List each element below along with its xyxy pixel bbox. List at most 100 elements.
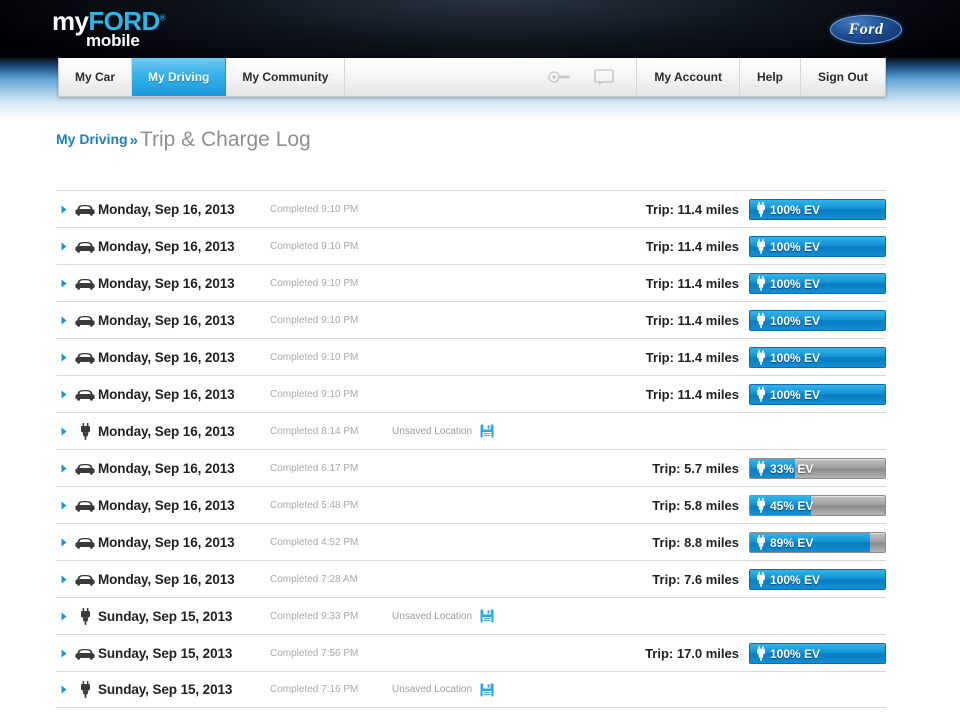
nav-link-my-account[interactable]: My Account [636, 58, 739, 96]
myford-mobile-logo[interactable]: myFORD® mobile [52, 8, 166, 49]
ev-percentage-text: 100% EV [770, 387, 821, 402]
log-row[interactable]: Monday, Sep 16, 2013 Completed 6:17 PM Tri… [56, 449, 886, 486]
log-row[interactable]: Sunday, Sep 15, 2013 Completed 7:56 PM Tri… [56, 634, 886, 671]
ev-percentage-bar[interactable]: 100% EV [749, 199, 886, 220]
message-icon[interactable] [594, 68, 615, 86]
log-row-completed-time: Completed 5:48 PM [270, 499, 359, 511]
ev-percentage-bar[interactable]: 100% EV [749, 236, 886, 257]
ev-percentage-bar[interactable]: 100% EV [749, 347, 886, 368]
expand-arrow-icon[interactable] [56, 242, 72, 251]
log-row-completed-time: Completed 7:16 PM [270, 684, 359, 695]
log-row-completed-time: Completed 9:10 PM [270, 314, 359, 326]
ev-percentage-text: 100% EV [770, 572, 821, 587]
log-row-date: Monday, Sep 16, 2013 [98, 349, 235, 365]
log-row[interactable]: Sunday, Sep 15, 2013 Completed 7:16 PM Uns… [56, 671, 886, 708]
plug-icon [756, 239, 766, 254]
ev-percentage-text: 33% EV [770, 461, 814, 476]
log-row[interactable]: Monday, Sep 16, 2013 Completed 9:10 PM Tri… [56, 338, 886, 375]
ev-percentage-text: 100% EV [770, 313, 821, 328]
car-icon [72, 203, 98, 216]
log-row-completed-time: Completed 7:56 PM [270, 647, 359, 659]
nav-link-help[interactable]: Help [738, 58, 800, 96]
ev-percentage-label: 100% EV [750, 311, 885, 330]
log-row[interactable]: Monday, Sep 16, 2013 Completed 9:10 PM Tri… [56, 190, 886, 227]
log-row-completed-time: Completed 9:10 PM [270, 277, 359, 289]
ev-percentage-bar[interactable]: 100% EV [749, 643, 886, 664]
ev-percentage-label: 100% EV [750, 274, 885, 293]
log-row-metrics: Trip: 11.4 miles 100% EV [646, 302, 886, 339]
car-icon [72, 499, 98, 512]
log-row-location: Unsaved Location [392, 424, 494, 438]
expand-arrow-icon[interactable] [56, 575, 72, 584]
ev-percentage-label: 100% EV [750, 644, 885, 663]
log-row[interactable]: Monday, Sep 16, 2013 Completed 7:28 AM Tri… [56, 560, 886, 597]
plug-icon [756, 535, 766, 550]
car-icon [72, 573, 98, 586]
log-row-date: Monday, Sep 16, 2013 [98, 534, 235, 550]
ev-percentage-bar[interactable]: 33% EV [749, 458, 886, 479]
log-row[interactable]: Monday, Sep 16, 2013 Completed 9:10 PM Tri… [56, 301, 886, 338]
save-location-icon[interactable] [480, 424, 494, 438]
expand-arrow-icon[interactable] [56, 279, 72, 288]
log-row-metrics: Trip: 11.4 miles 100% EV [646, 265, 886, 302]
log-row-location: Unsaved Location [392, 609, 494, 623]
save-location-icon[interactable] [480, 683, 494, 697]
expand-arrow-icon[interactable] [56, 427, 72, 436]
log-row-metrics: Trip: 8.8 miles 89% EV [652, 524, 886, 561]
log-row[interactable]: Monday, Sep 16, 2013 Completed 9:10 PM Tri… [56, 264, 886, 301]
plug-icon [756, 572, 766, 587]
log-row-date: Monday, Sep 16, 2013 [98, 423, 235, 439]
masthead: myFORD® mobile Ford [0, 0, 960, 58]
car-icon [72, 462, 98, 475]
ev-percentage-label: 100% EV [750, 237, 885, 256]
breadcrumb-separator: » [129, 132, 138, 149]
log-row-completed-time: Completed 9:10 PM [270, 388, 359, 400]
log-row[interactable]: Monday, Sep 16, 2013 Completed 9:10 PM Tri… [56, 227, 886, 264]
ev-percentage-bar[interactable]: 100% EV [749, 310, 886, 331]
save-location-icon[interactable] [480, 609, 494, 623]
ev-percentage-text: 100% EV [770, 646, 821, 661]
expand-arrow-icon[interactable] [56, 464, 72, 473]
nav-tab-my-car[interactable]: My Car [59, 58, 133, 96]
log-row[interactable]: Monday, Sep 16, 2013 Completed 8:14 PM Uns… [56, 412, 886, 449]
log-row-date: Monday, Sep 16, 2013 [98, 497, 235, 513]
log-row-trip-distance: Trip: 11.4 miles [645, 239, 739, 254]
log-row-completed-time: Completed 9:10 PM [270, 203, 359, 215]
expand-arrow-icon[interactable] [56, 353, 72, 362]
main-content: My Driving »Trip & Charge Log Monday, Sep… [0, 120, 960, 720]
breadcrumb-link-my-driving[interactable]: My Driving [56, 131, 128, 147]
ev-percentage-bar[interactable]: 100% EV [749, 273, 886, 294]
key-icon[interactable] [548, 70, 570, 84]
ev-percentage-label: 45% EV [750, 496, 885, 515]
ev-percentage-bar[interactable]: 100% EV [749, 569, 886, 590]
expand-arrow-icon[interactable] [56, 390, 72, 399]
log-row-trip-distance: Trip: 11.4 miles [645, 350, 739, 365]
expand-arrow-icon[interactable] [56, 205, 72, 214]
ev-percentage-bar[interactable]: 100% EV [749, 384, 886, 405]
ev-percentage-bar[interactable]: 89% EV [749, 532, 886, 553]
expand-arrow-icon[interactable] [56, 649, 72, 658]
log-row[interactable]: Monday, Sep 16, 2013 Completed 5:48 PM Tri… [56, 486, 886, 523]
log-row[interactable]: Monday, Sep 16, 2013 Completed 4:52 PM Tri… [56, 523, 886, 560]
nav-link-sign-out[interactable]: Sign Out [800, 58, 885, 96]
expand-arrow-icon[interactable] [56, 538, 72, 547]
log-row[interactable]: Monday, Sep 16, 2013 Completed 9:10 PM Tri… [56, 375, 886, 412]
expand-arrow-icon[interactable] [56, 501, 72, 510]
plug-icon [756, 387, 766, 402]
ev-percentage-text: 45% EV [770, 498, 814, 513]
expand-arrow-icon[interactable] [56, 685, 72, 694]
car-icon [72, 240, 98, 253]
log-row-location: Unsaved Location [392, 683, 494, 697]
log-row-date: Sunday, Sep 15, 2013 [98, 682, 233, 697]
expand-arrow-icon[interactable] [56, 316, 72, 325]
nav-tab-my-community[interactable]: My Community [226, 58, 346, 96]
log-row[interactable]: Sunday, Sep 15, 2013 Completed 9:33 PM Uns… [56, 597, 886, 634]
nav-icon-group [526, 58, 636, 96]
expand-arrow-icon[interactable] [56, 612, 72, 621]
ev-percentage-bar[interactable]: 45% EV [749, 495, 886, 516]
log-row-metrics: Trip: 5.7 miles 33% EV [652, 450, 886, 487]
plug-icon [756, 202, 766, 217]
ev-percentage-label: 100% EV [750, 385, 885, 404]
nav-tab-my-driving[interactable]: My Driving [132, 58, 227, 96]
